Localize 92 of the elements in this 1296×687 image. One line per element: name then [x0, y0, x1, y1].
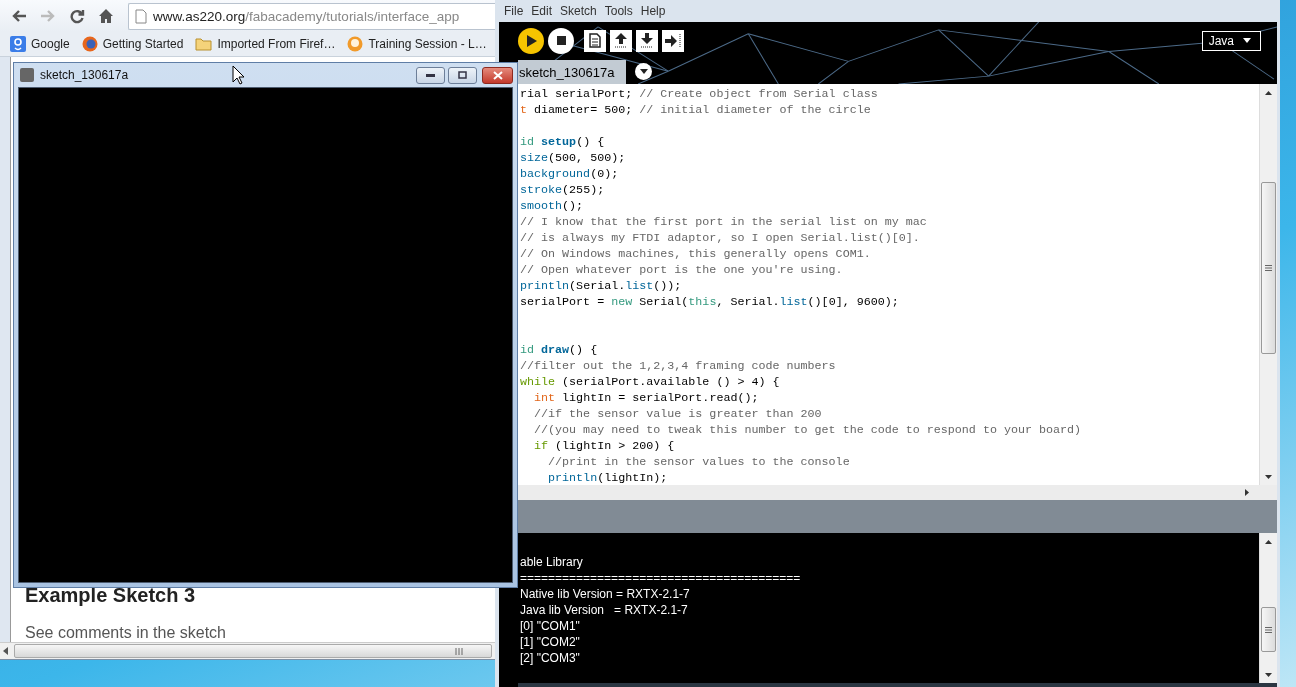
page-heading: Example Sketch 3 — [25, 584, 197, 607]
console-line: ======================================== — [520, 570, 801, 586]
page-icon — [135, 8, 147, 24]
left-arrow-icon — [11, 8, 27, 24]
minimize-icon — [426, 73, 435, 77]
code-line: size(500, 500); — [520, 150, 626, 166]
code-line: println(lightIn); — [547, 470, 668, 485]
bookmark-item[interactable]: Getting Started — [79, 36, 186, 52]
mouse-cursor-icon — [232, 65, 245, 85]
bookmark-item[interactable]: Google — [8, 36, 72, 52]
play-icon — [527, 34, 537, 47]
menu-item[interactable]: Tools — [601, 4, 636, 18]
new-file-button[interactable] — [584, 29, 606, 52]
tab-menu-button[interactable] — [635, 63, 653, 80]
editor-tab[interactable]: sketch_130617a — [518, 60, 627, 84]
scrollbar-thumb[interactable] — [14, 644, 492, 658]
code-line: t diameter= 500; // initial diameter of the circle — [520, 102, 871, 118]
down-arrow-icon — [640, 33, 654, 48]
tile-icon — [10, 36, 26, 52]
code-line: //filter out the 1,2,3,4 framing code numbers — [520, 358, 836, 374]
globe-icon — [81, 36, 98, 52]
code-line: id draw() { — [520, 342, 598, 358]
right-arrow-icon — [1245, 489, 1249, 496]
up-arrow-icon — [1265, 90, 1272, 95]
run-button[interactable] — [518, 27, 544, 54]
menu-item[interactable]: Edit — [528, 4, 556, 18]
close-icon — [492, 70, 503, 80]
window-title: sketch_130617a — [40, 68, 129, 82]
maximize-button[interactable] — [448, 66, 477, 84]
code-line: serialPort = new Serial(this, Serial.list()[0], 9600); — [520, 294, 899, 310]
page-paragraph: See comments in the sketch — [25, 623, 227, 642]
export-button[interactable] — [662, 29, 684, 52]
code-line: if (lightIn > 200) { — [533, 438, 675, 454]
up-arrow-icon — [1265, 539, 1272, 544]
minimize-button[interactable] — [416, 66, 445, 84]
code-line: // I know that the first port in the serial list on my mac — [520, 214, 927, 230]
bookmark-item[interactable]: Imported From Firef… — [193, 37, 338, 51]
bookmark-item[interactable]: Training Session - L… — [345, 36, 489, 52]
maximize-icon — [458, 71, 467, 79]
horizontal-scrollbar[interactable] — [0, 642, 495, 659]
speech-bubble-icon — [347, 36, 364, 52]
code-line: id setup() { — [520, 134, 605, 150]
left-arrow-icon — [3, 647, 8, 655]
console-line: able Library — [520, 554, 583, 570]
console-line: [1] "COM2" — [520, 634, 580, 650]
code-line: int lightIn = serialPort.read(); — [533, 390, 759, 406]
open-button[interactable] — [610, 29, 632, 52]
code-line: println(Serial.list()); — [520, 278, 682, 294]
code-line: // is always my FTDI adaptor, so I open Serial.list()[0]. — [520, 230, 920, 246]
down-arrow-icon — [1265, 672, 1272, 677]
vertical-scrollbar[interactable] — [1259, 84, 1277, 485]
code-line: stroke(255); — [520, 182, 605, 198]
code-line: smooth(); — [520, 198, 584, 214]
address-bar[interactable]: www.as220.org/fabacademy/tutorials/interface_app — [128, 2, 495, 30]
menu-item[interactable]: File — [501, 4, 527, 18]
code-line: //print in the sensor values to the console — [547, 454, 850, 470]
grip-icon — [1265, 626, 1272, 633]
folder-icon — [195, 37, 213, 51]
scrollbar-thumb[interactable] — [1261, 182, 1276, 354]
stop-icon — [556, 36, 566, 45]
save-button[interactable] — [636, 29, 658, 52]
reload-icon — [69, 8, 85, 24]
page-icon — [589, 33, 601, 48]
code-line: background(0); — [520, 166, 619, 182]
console-line: [0] "COM1" — [520, 618, 580, 634]
close-button[interactable] — [482, 66, 513, 84]
right-arrow-icon — [40, 8, 56, 24]
home-icon — [98, 8, 114, 24]
horizontal-scrollbar[interactable] — [518, 485, 1277, 500]
vertical-scrollbar[interactable] — [1259, 533, 1277, 683]
code-line: //if the sensor value is greater than 200 — [533, 406, 822, 422]
console-line: Java lib Version = RXTX-2.1-7 — [520, 602, 688, 618]
code-line: while (serialPort.available () > 4) { — [520, 374, 780, 390]
caret-icon — [639, 69, 648, 74]
scrollbar-thumb[interactable] — [1261, 607, 1276, 652]
code-line: rial serialPort; // Create object from Serial class — [520, 86, 878, 102]
down-arrow-icon — [1265, 474, 1272, 479]
grip-icon — [1265, 265, 1272, 271]
caret-icon — [1243, 38, 1251, 43]
mode-dropdown[interactable]: Java — [1201, 30, 1261, 51]
code-line: // On Windows machines, this generally opens COM1. — [520, 246, 871, 262]
console-line: [2] "COM3" — [520, 650, 580, 666]
stop-button[interactable] — [548, 27, 574, 54]
export-arrow-icon — [665, 33, 681, 48]
grip-icon — [455, 647, 465, 655]
menu-item[interactable]: Sketch — [557, 4, 600, 18]
console-line: Native lib Version = RXTX-2.1-7 — [520, 586, 690, 602]
menu-item[interactable]: Help — [637, 4, 669, 18]
app-icon — [20, 68, 34, 82]
up-arrow-icon — [614, 33, 628, 48]
code-line: // Open whatever port is the one you're using. — [520, 262, 843, 278]
code-line: //(you may need to tweak this number to get the code to respond to your board) — [533, 422, 1082, 438]
